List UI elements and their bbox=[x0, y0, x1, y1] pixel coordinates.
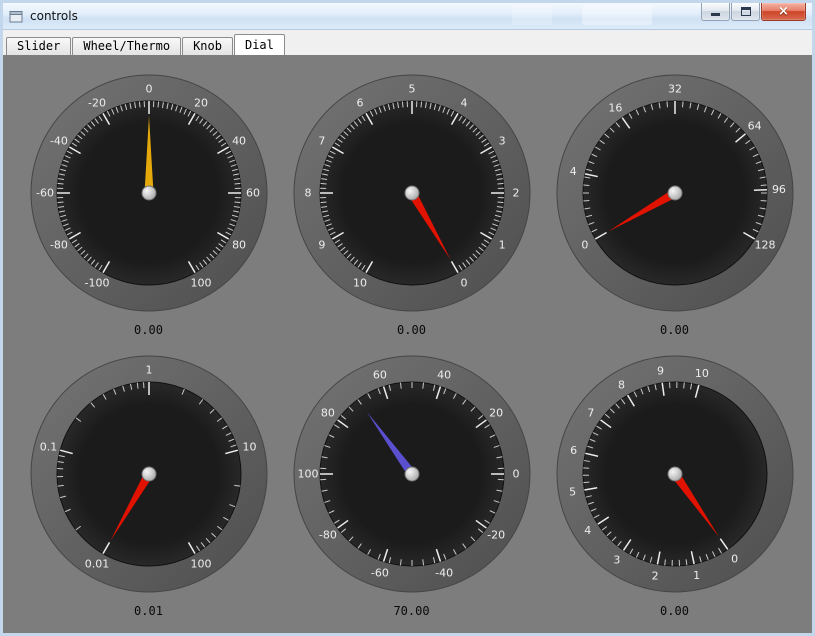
tab-dial[interactable]: Dial bbox=[233, 34, 285, 55]
minimize-icon bbox=[711, 13, 720, 16]
svg-text:4: 4 bbox=[460, 96, 467, 109]
minimize-button[interactable] bbox=[701, 3, 730, 21]
tab-slider[interactable]: Slider bbox=[6, 37, 72, 55]
svg-text:9: 9 bbox=[657, 365, 664, 378]
svg-text:80: 80 bbox=[320, 406, 334, 419]
svg-text:9: 9 bbox=[318, 239, 325, 252]
maximize-icon bbox=[740, 7, 751, 16]
close-icon: × bbox=[778, 4, 789, 19]
glass-reflection bbox=[512, 5, 552, 25]
svg-text:60: 60 bbox=[372, 369, 386, 382]
dial-gauge: 0 4 16 32 64 96 128 0.00 bbox=[545, 71, 805, 338]
window: controls × Slider Wheel/Thermo Knob Dial… bbox=[0, 0, 815, 636]
dial-canvas[interactable]: 0 20 40 60 80 100 -20 -40 -60 -80 bbox=[282, 352, 542, 602]
svg-text:16: 16 bbox=[608, 101, 622, 114]
svg-text:-80: -80 bbox=[49, 239, 67, 252]
svg-text:40: 40 bbox=[232, 135, 246, 148]
app-icon bbox=[9, 9, 24, 23]
svg-text:100: 100 bbox=[190, 277, 211, 290]
dial-gauge: 0 1 2 3 4 5 6 7 8 9 10 0.00 bbox=[545, 352, 805, 619]
svg-text:4: 4 bbox=[569, 165, 576, 178]
svg-text:40: 40 bbox=[437, 369, 451, 382]
svg-text:128: 128 bbox=[754, 239, 775, 252]
tab-knob[interactable]: Knob bbox=[182, 37, 233, 55]
svg-text:8: 8 bbox=[617, 378, 624, 391]
dial-value-label: 70.00 bbox=[393, 604, 430, 618]
svg-text:10: 10 bbox=[242, 441, 256, 454]
dial-canvas[interactable]: 0.01 0.1 1 10 100 bbox=[19, 352, 279, 602]
svg-text:5: 5 bbox=[408, 83, 415, 96]
svg-text:0: 0 bbox=[512, 468, 519, 481]
svg-text:-60: -60 bbox=[36, 187, 54, 200]
svg-text:-80: -80 bbox=[318, 529, 336, 542]
svg-text:4: 4 bbox=[584, 524, 591, 537]
dial-canvas[interactable]: -100 -80 -60 -40 -20 0 20 40 60 80 100 bbox=[19, 71, 279, 321]
svg-text:1: 1 bbox=[498, 239, 505, 252]
tab-bar: Slider Wheel/Thermo Knob Dial bbox=[3, 30, 812, 55]
svg-text:20: 20 bbox=[489, 406, 503, 419]
svg-text:-60: -60 bbox=[370, 566, 388, 579]
dial-gauge: 0 20 40 60 80 100 -20 -40 -60 -80 70.00 bbox=[282, 352, 542, 619]
svg-text:-20: -20 bbox=[88, 96, 106, 109]
svg-text:2: 2 bbox=[651, 570, 658, 583]
dial-gauge: 0 1 2 3 4 5 6 7 8 9 10 0.00 bbox=[282, 71, 542, 338]
svg-text:5: 5 bbox=[569, 486, 576, 499]
svg-text:0: 0 bbox=[460, 277, 467, 290]
svg-text:0: 0 bbox=[581, 239, 588, 252]
svg-text:100: 100 bbox=[297, 468, 318, 481]
svg-text:64: 64 bbox=[747, 120, 761, 133]
svg-text:3: 3 bbox=[498, 135, 505, 148]
svg-text:96: 96 bbox=[771, 183, 785, 196]
dial-canvas[interactable]: 0 1 2 3 4 5 6 7 8 9 10 bbox=[545, 352, 805, 602]
close-button[interactable]: × bbox=[761, 3, 806, 21]
dial-panel: -100 -80 -60 -40 -20 0 20 40 60 80 100 0.00 012345… bbox=[3, 55, 812, 633]
svg-text:6: 6 bbox=[570, 444, 577, 457]
svg-text:0: 0 bbox=[731, 553, 738, 566]
svg-text:1: 1 bbox=[145, 364, 152, 377]
svg-text:32: 32 bbox=[668, 83, 682, 96]
dial-gauge: -100 -80 -60 -40 -20 0 20 40 60 80 100 0.00 bbox=[19, 71, 279, 338]
titlebar[interactable]: controls × bbox=[3, 3, 812, 30]
svg-text:-40: -40 bbox=[49, 135, 67, 148]
window-title: controls bbox=[30, 9, 78, 23]
svg-text:2: 2 bbox=[512, 187, 519, 200]
svg-text:-20: -20 bbox=[487, 529, 505, 542]
svg-text:7: 7 bbox=[318, 135, 325, 148]
svg-text:20: 20 bbox=[194, 96, 208, 109]
svg-text:3: 3 bbox=[613, 554, 620, 567]
svg-text:0: 0 bbox=[145, 83, 152, 96]
svg-text:80: 80 bbox=[232, 239, 246, 252]
window-controls: × bbox=[701, 3, 806, 21]
svg-text:8: 8 bbox=[304, 187, 311, 200]
dial-value-label: 0.01 bbox=[134, 604, 163, 618]
svg-text:100: 100 bbox=[190, 558, 211, 571]
svg-text:1: 1 bbox=[693, 569, 700, 582]
dial-gauge: 0.01 0.1 1 10 100 0.01 bbox=[19, 352, 279, 619]
dial-canvas[interactable]: 0 4 16 32 64 96 128 bbox=[545, 71, 805, 321]
dial-canvas[interactable]: 0 1 2 3 4 5 6 7 8 9 10 bbox=[282, 71, 542, 321]
svg-text:60: 60 bbox=[246, 187, 260, 200]
dial-value-label: 0.00 bbox=[397, 323, 426, 337]
tab-wheel-thermo[interactable]: Wheel/Thermo bbox=[72, 37, 182, 55]
dial-value-label: 0.00 bbox=[660, 323, 689, 337]
dial-value-label: 0.00 bbox=[660, 604, 689, 618]
svg-text:-100: -100 bbox=[84, 277, 109, 290]
svg-text:0.1: 0.1 bbox=[39, 441, 57, 454]
svg-text:0.01: 0.01 bbox=[84, 558, 109, 571]
dial-value-label: 0.00 bbox=[134, 323, 163, 337]
glass-reflection bbox=[582, 5, 652, 25]
svg-text:-40: -40 bbox=[435, 566, 453, 579]
maximize-button[interactable] bbox=[731, 3, 760, 21]
svg-text:6: 6 bbox=[356, 96, 363, 109]
svg-text:7: 7 bbox=[587, 406, 594, 419]
svg-text:10: 10 bbox=[694, 367, 708, 380]
svg-text:10: 10 bbox=[353, 277, 367, 290]
